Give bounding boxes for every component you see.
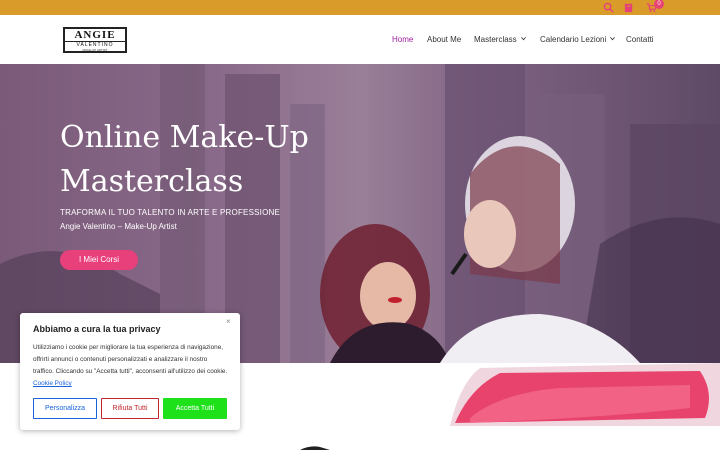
nav-home[interactable]: Home (392, 35, 413, 44)
reject-all-button[interactable]: Rifiuta Tutti (101, 398, 159, 419)
top-bar: 0 (0, 0, 720, 15)
nav-masterclass-label: Masterclass (474, 35, 517, 44)
hero-title: Online Make-Up Masterclass (60, 120, 309, 199)
my-courses-button[interactable]: I Miei Corsi (60, 250, 138, 270)
nav-masterclass[interactable]: Masterclass (474, 35, 526, 44)
chevron-down-icon (610, 36, 616, 41)
customize-button[interactable]: Personalizza (33, 398, 97, 419)
cookie-consent-banner: Abbiamo a cura la tua privacy × Utilizzi… (20, 313, 240, 430)
chevron-down-icon (520, 36, 526, 41)
cookie-policy-link[interactable]: Cookie Policy (33, 380, 72, 387)
accept-all-button[interactable]: Accetta Tutti (163, 398, 227, 419)
cookie-text: Utilizziamo i cookie per migliorare la t… (33, 342, 229, 390)
hero-subtitle: TRAFORMA IL TUO TALENTO IN ARTE E PROFES… (60, 208, 281, 217)
cart-count-badge: 0 (654, 0, 664, 9)
hero-tagline: Angie Valentino – Make-Up Artist (60, 222, 177, 231)
close-icon[interactable]: × (226, 317, 231, 326)
logo-line-2: VALENTINO (65, 41, 125, 48)
shopping-bag-icon[interactable] (623, 2, 634, 13)
logo-line-1: ANGIE (74, 29, 116, 41)
nav-about-me[interactable]: About Me (427, 35, 461, 44)
search-icon[interactable] (603, 2, 614, 13)
site-logo[interactable]: ANGIE VALENTINO MAKE-UP ARTIST (63, 27, 127, 53)
nav-calendario-label: Calendario Lezioni (540, 35, 607, 44)
logo-line-3: MAKE-UP ARTIST (82, 48, 108, 52)
nav-calendario-lezioni[interactable]: Calendario Lezioni (540, 35, 616, 44)
site-header: ANGIE VALENTINO MAKE-UP ARTIST Home Abou… (0, 15, 720, 64)
cookie-title: Abbiamo a cura la tua privacy (33, 324, 161, 334)
cookie-text-body: Utilizziamo i cookie per migliorare la t… (33, 344, 228, 375)
nav-contatti[interactable]: Contatti (626, 35, 654, 44)
